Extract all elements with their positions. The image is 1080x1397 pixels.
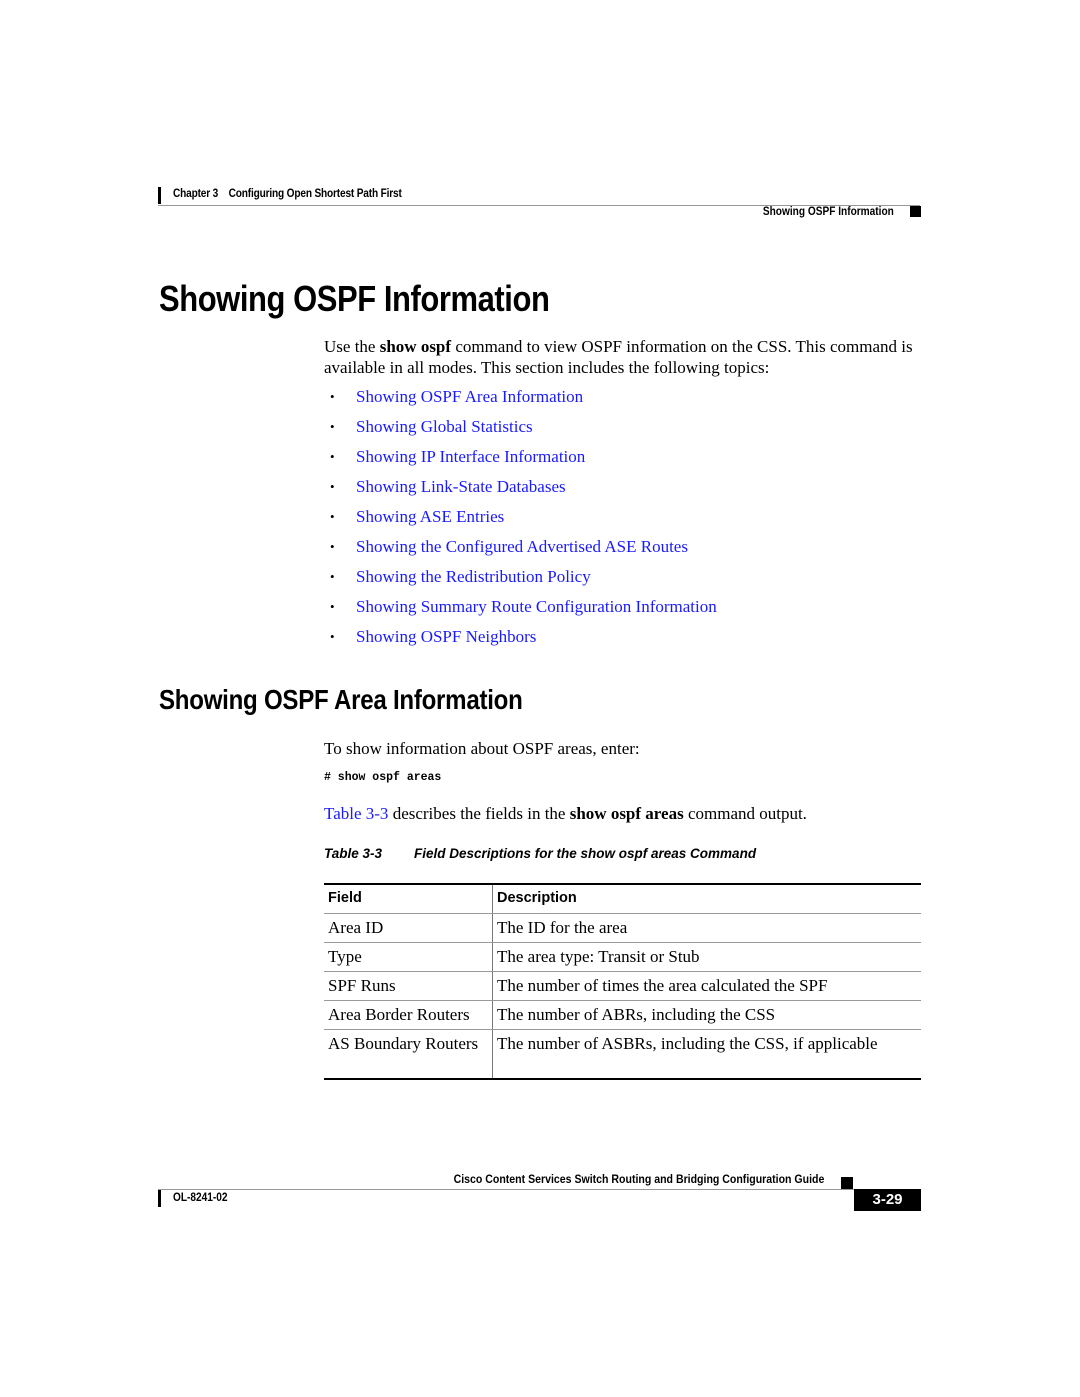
- topic-link-redistribution-policy[interactable]: Showing the Redistribution Policy: [356, 566, 591, 596]
- header-square-marker: [910, 206, 921, 217]
- guide-title: Cisco Content Services Switch Routing an…: [453, 1172, 824, 1186]
- cell-description: The number of ABRs, including the CSS: [492, 1000, 921, 1030]
- table-caption-text: Field Descriptions for the show ospf are…: [414, 846, 757, 861]
- table-row: Area Border Routers The number of ABRs, …: [324, 1000, 921, 1030]
- intro-paragraph: Use the show ospf command to view OSPF i…: [324, 336, 924, 378]
- page-title: Showing OSPF Information: [159, 278, 550, 319]
- topic-link-summary-route[interactable]: Showing Summary Route Configuration Info…: [356, 596, 717, 626]
- column-header-description: Description: [492, 883, 921, 914]
- intro-text-before: Use the: [324, 337, 380, 356]
- bullet-icon: •: [330, 389, 335, 404]
- bullet-icon: •: [330, 449, 335, 464]
- topic-item: • Showing ASE Entries: [330, 506, 717, 536]
- bullet-icon: •: [330, 539, 335, 554]
- cell-field: Area ID: [324, 913, 493, 943]
- cell-description: The ID for the area: [492, 913, 921, 943]
- cell-field: Type: [324, 942, 493, 972]
- bullet-icon: •: [330, 629, 335, 644]
- table-caption-number: Table 3-3: [324, 846, 383, 861]
- table-reference-link[interactable]: Table 3-3: [324, 804, 388, 823]
- topic-link-ase-entries[interactable]: Showing ASE Entries: [356, 506, 504, 536]
- cell-field: Area Border Routers: [324, 1000, 493, 1030]
- table-caption: Table 3-3 Field Descriptions for the show…: [324, 846, 756, 861]
- area-intro-text: To show information about OSPF areas, en…: [324, 739, 640, 758]
- topic-item: • Showing the Configured Advertised ASE R…: [330, 536, 717, 566]
- command-example: # show ospf areas: [324, 771, 442, 784]
- topic-item: • Showing Global Statistics: [330, 416, 717, 446]
- header-bar: [158, 187, 161, 204]
- section-title: Showing OSPF Area Information: [159, 684, 523, 715]
- column-header-field: Field: [324, 883, 493, 914]
- footer-bar: [158, 1190, 161, 1207]
- table-row: SPF Runs The number of times the area ca…: [324, 971, 921, 1001]
- table-row: AS Boundary Routers The number of ASBRs,…: [324, 1029, 921, 1080]
- section-label: Showing OSPF Information: [763, 206, 894, 218]
- topic-item: • Showing Link-State Databases: [330, 476, 717, 506]
- bullet-icon: •: [330, 419, 335, 434]
- bullet-icon: •: [330, 599, 335, 614]
- footer-divider: [158, 1189, 854, 1190]
- topic-item: • Showing the Redistribution Policy: [330, 566, 717, 596]
- topic-item: • Showing OSPF Area Information: [330, 386, 717, 416]
- cell-field: SPF Runs: [324, 971, 493, 1001]
- topic-item: • Showing OSPF Neighbors: [330, 626, 717, 656]
- topic-link-ospf-neighbors[interactable]: Showing OSPF Neighbors: [356, 626, 536, 656]
- table-row: Type The area type: Transit or Stub: [324, 942, 921, 972]
- table-header-row: Field Description: [324, 883, 921, 914]
- intro-command: show ospf: [379, 337, 452, 356]
- topic-link-advertised-ase-routes[interactable]: Showing the Configured Advertised ASE Ro…: [356, 536, 688, 566]
- cell-description: The area type: Transit or Stub: [492, 942, 921, 972]
- cell-description: The number of times the area calculated …: [492, 971, 921, 1001]
- bullet-icon: •: [330, 479, 335, 494]
- cell-field: AS Boundary Routers: [324, 1029, 493, 1080]
- topic-link-ospf-area[interactable]: Showing OSPF Area Information: [356, 386, 583, 416]
- footer-square-marker: [841, 1177, 853, 1189]
- chapter-label: Chapter 3 Configuring Open Shortest Path…: [173, 188, 402, 200]
- table-row: Area ID The ID for the area: [324, 913, 921, 943]
- topic-item: • Showing Summary Route Configuration Inf…: [330, 596, 717, 626]
- topics-list: • Showing OSPF Area Information • Showing …: [330, 386, 717, 656]
- cell-description: The number of ASBRs, including the CSS, …: [492, 1029, 921, 1080]
- topic-link-ip-interface[interactable]: Showing IP Interface Information: [356, 446, 585, 476]
- document-number: OL-8241-02: [173, 1192, 228, 1204]
- table-ref-text-after: command output.: [683, 804, 807, 823]
- page-number-badge: 3-29: [854, 1189, 921, 1211]
- table-ref-command: show ospf areas: [569, 804, 684, 823]
- table-reference-paragraph: Table 3-3 describes the fields in the sh…: [324, 803, 807, 824]
- bullet-icon: •: [330, 509, 335, 524]
- topic-link-link-state-databases[interactable]: Showing Link-State Databases: [356, 476, 566, 506]
- table-ref-text-before: describes the fields in the: [388, 804, 570, 823]
- topic-item: • Showing IP Interface Information: [330, 446, 717, 476]
- topic-link-global-statistics[interactable]: Showing Global Statistics: [356, 416, 533, 446]
- bullet-icon: •: [330, 569, 335, 584]
- field-descriptions-table: Field Description Area ID The ID for the…: [324, 883, 921, 1080]
